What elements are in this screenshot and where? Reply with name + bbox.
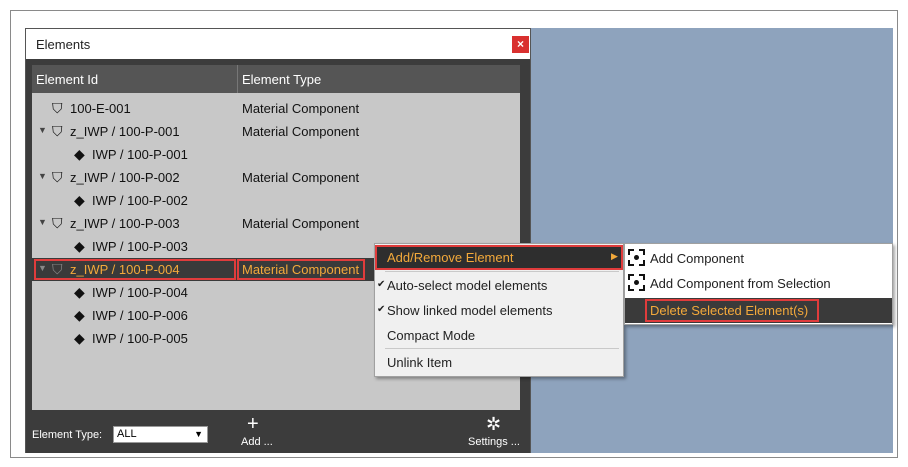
element-type: Material Component xyxy=(242,124,360,139)
settings-button-label: Settings ... xyxy=(468,436,520,448)
tag-filled-icon: ◆ xyxy=(74,238,85,254)
model-viewport[interactable] xyxy=(530,28,893,453)
tag-outline-icon: ⛉ xyxy=(52,169,63,185)
menu-item-show-linked[interactable]: ✔ Show linked model elements xyxy=(375,298,623,323)
tag-filled-icon: ◆ xyxy=(74,146,85,162)
plus-icon: + xyxy=(247,413,259,435)
tag-filled-icon: ◆ xyxy=(74,307,85,323)
component-select-icon xyxy=(628,249,645,266)
gear-icon: ✲ xyxy=(486,414,502,434)
menu-item-add-remove-element[interactable]: Add/Remove Element ▶ xyxy=(375,245,623,270)
menu-item-add-component[interactable]: Add Component xyxy=(625,246,892,271)
element-id: IWP / 100-P-003 xyxy=(92,239,188,254)
element-type-select[interactable]: ALL ▼ xyxy=(113,426,208,443)
selection-highlight xyxy=(645,299,819,322)
element-id: IWP / 100-P-001 xyxy=(92,147,188,162)
element-id: IWP / 100-P-004 xyxy=(92,285,188,300)
menu-item-label: Compact Mode xyxy=(387,328,476,343)
checkmark-icon: ✔ xyxy=(377,279,386,290)
close-button[interactable]: × xyxy=(512,36,529,53)
element-id: IWP / 100-P-006 xyxy=(92,308,188,323)
menu-item-label: Add Component from Selection xyxy=(650,276,831,291)
element-id: z_IWP / 100-P-003 xyxy=(70,216,180,231)
chevron-down-icon[interactable]: ▼ xyxy=(38,125,47,135)
selection-highlight xyxy=(34,259,236,280)
table-row[interactable]: ⛉ 100-E-001 Material Component xyxy=(32,97,520,120)
selection-highlight xyxy=(375,245,623,270)
menu-item-label: Show linked model elements xyxy=(387,303,553,318)
element-id: z_IWP / 100-P-001 xyxy=(70,124,180,139)
panel-title: Elements xyxy=(36,37,91,52)
table-row[interactable]: ▼ ⛉ z_IWP / 100-P-002 Material Component xyxy=(32,166,520,189)
column-divider[interactable] xyxy=(237,65,238,93)
context-menu: Add/Remove Element ▶ ✔ Auto-select model… xyxy=(374,243,624,377)
add-button-label: Add ... xyxy=(241,436,273,448)
menu-item-label: Unlink Item xyxy=(387,355,453,370)
tag-filled-icon: ◆ xyxy=(74,192,85,208)
element-type-value: ALL xyxy=(117,428,137,440)
element-id: z_IWP / 100-P-002 xyxy=(70,170,180,185)
menu-divider xyxy=(385,271,619,272)
table-row[interactable]: ◆ IWP / 100-P-001 xyxy=(32,143,520,166)
column-header-element-id[interactable]: Element Id xyxy=(36,72,98,87)
chevron-down-icon[interactable]: ▼ xyxy=(38,217,47,227)
elements-panel: Elements × Element Id Element Type ⛉ 100… xyxy=(25,28,531,453)
panel-titlebar: Elements × xyxy=(26,29,530,59)
add-button[interactable]: + Add ... xyxy=(241,413,281,451)
grid-header: Element Id Element Type xyxy=(32,65,520,93)
panel-toolbar: Element Type: ALL ▼ + Add ... ✲ Settings… xyxy=(26,413,530,453)
selection-highlight xyxy=(237,259,365,280)
tag-outline-icon: ⛉ xyxy=(52,215,63,231)
chevron-down-icon: ▼ xyxy=(194,429,203,439)
table-row[interactable]: ◆ IWP / 100-P-002 xyxy=(32,189,520,212)
add-remove-submenu: Add Component Add Component from Selecti… xyxy=(624,243,893,325)
element-id: IWP / 100-P-005 xyxy=(92,331,188,346)
tag-filled-icon: ◆ xyxy=(74,330,85,346)
table-row[interactable]: ▼ ⛉ z_IWP / 100-P-001 Material Component xyxy=(32,120,520,143)
tag-filled-icon: ◆ xyxy=(74,284,85,300)
tag-outline-icon: ⛉ xyxy=(52,123,63,139)
tag-outline-icon: ⛉ xyxy=(52,100,63,116)
menu-item-delete-selected[interactable]: Delete Selected Element(s) xyxy=(625,298,892,323)
element-type-label: Element Type: xyxy=(32,429,103,441)
element-type: Material Component xyxy=(242,216,360,231)
menu-item-add-component-from-selection[interactable]: Add Component from Selection xyxy=(625,271,892,296)
menu-item-compact-mode[interactable]: Compact Mode xyxy=(375,323,623,348)
element-id: 100-E-001 xyxy=(70,101,131,116)
settings-button[interactable]: ✲ Settings ... xyxy=(466,414,526,451)
menu-item-label: Auto-select model elements xyxy=(387,278,548,293)
menu-item-unlink-item[interactable]: Unlink Item xyxy=(375,350,623,375)
menu-item-label: Add Component xyxy=(650,251,744,266)
component-select-icon xyxy=(628,274,645,291)
menu-divider xyxy=(385,348,619,349)
table-row[interactable]: ▼ ⛉ z_IWP / 100-P-003 Material Component xyxy=(32,212,520,235)
menu-item-auto-select[interactable]: ✔ Auto-select model elements xyxy=(375,273,623,298)
checkmark-icon: ✔ xyxy=(377,304,386,315)
element-type: Material Component xyxy=(242,101,360,116)
column-header-element-type[interactable]: Element Type xyxy=(242,72,321,87)
chevron-down-icon[interactable]: ▼ xyxy=(38,171,47,181)
element-type: Material Component xyxy=(242,170,360,185)
element-id: IWP / 100-P-002 xyxy=(92,193,188,208)
